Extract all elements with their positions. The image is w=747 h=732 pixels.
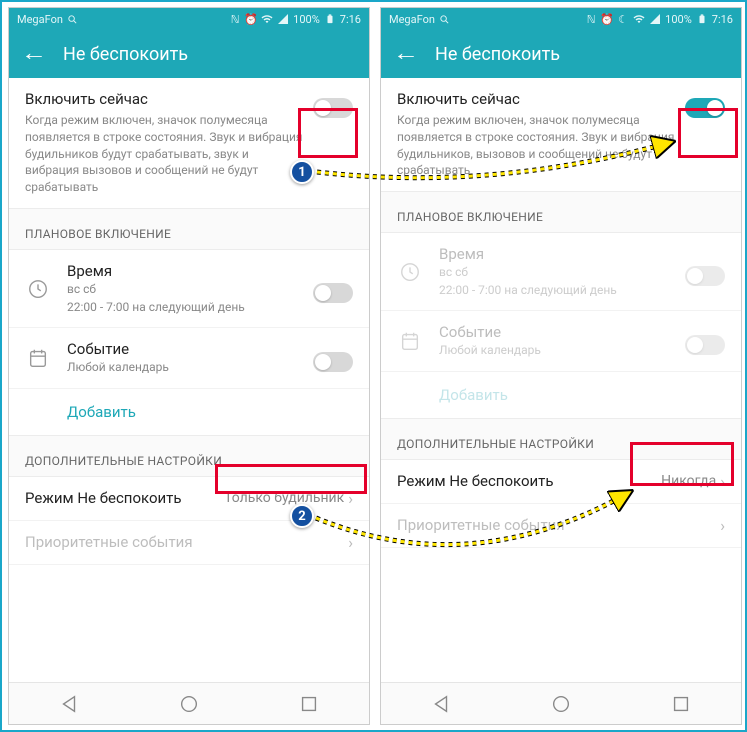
time-days: вс сб <box>67 282 313 298</box>
nfc-icon: ℕ <box>229 13 241 25</box>
enable-now-desc: Когда режим включен, значок полумесяца п… <box>25 112 303 196</box>
enable-now-row[interactable]: Включить сейчас Когда режим включен, зна… <box>9 78 369 209</box>
clock-icon <box>25 276 51 302</box>
alarm-icon: ⏰ <box>601 13 613 25</box>
android-navbar <box>9 682 369 724</box>
priority-events-row: Приоритетные события › <box>9 521 369 565</box>
signal-icon <box>649 13 661 25</box>
event-sub: Любой календарь <box>439 343 685 359</box>
nav-back-icon[interactable] <box>430 693 452 715</box>
add-link[interactable]: Добавить <box>9 389 369 436</box>
time-label: 7:16 <box>712 13 733 26</box>
time-toggle[interactable] <box>313 283 353 303</box>
enable-now-row[interactable]: Включить сейчас Когда режим включен, зна… <box>381 78 741 192</box>
settings-header: ← Не беспокоить <box>381 30 741 78</box>
dnd-mode-row[interactable]: Режим Не беспокоить Никогда › <box>381 460 741 504</box>
battery-icon <box>696 13 708 25</box>
page-title: Не беспокоить <box>63 44 188 65</box>
time-toggle <box>685 266 725 286</box>
nav-home-icon[interactable] <box>550 693 572 715</box>
advanced-heading: ДОПОЛНИТЕЛЬНЫЕ НАСТРОЙКИ <box>9 436 369 477</box>
nav-recent-icon[interactable] <box>670 693 692 715</box>
chevron-right-icon: › <box>348 533 353 552</box>
search-icon <box>67 13 79 25</box>
nfc-icon: ℕ <box>585 13 597 25</box>
phone-screenshot-right: MegaFon ℕ ⏰ ☾ 100% 7:16 <box>380 7 742 725</box>
chevron-right-icon: › <box>348 489 353 508</box>
annotation-badge-1: 1 <box>290 160 314 184</box>
android-navbar <box>381 682 741 724</box>
time-label: 7:16 <box>340 13 361 26</box>
annotation-badge-2: 2 <box>290 504 314 528</box>
time-range: 22:00 - 7:00 на следующий день <box>67 300 313 316</box>
scheduled-heading: ПЛАНОВОЕ ВКЛЮЧЕНИЕ <box>9 209 369 250</box>
time-days: вс сб <box>439 265 685 281</box>
time-label: Время <box>439 245 685 263</box>
phone-screenshot-left: MegaFon ℕ ⏰ 100% 7:16 <box>8 7 370 725</box>
priority-label: Приоритетные события <box>25 533 348 551</box>
priority-events-row: Приоритетные события › <box>381 504 741 548</box>
event-toggle <box>685 335 725 355</box>
nav-recent-icon[interactable] <box>298 693 320 715</box>
time-range: 22:00 - 7:00 на следующий день <box>439 283 685 299</box>
dnd-mode-value: Никогда <box>661 473 716 489</box>
enable-now-title: Включить сейчас <box>397 90 675 108</box>
event-sub: Любой календарь <box>67 360 313 376</box>
settings-header: ← Не беспокоить <box>9 30 369 78</box>
nav-back-icon[interactable] <box>58 693 80 715</box>
wifi-icon <box>633 13 645 25</box>
dnd-moon-icon: ☾ <box>617 13 629 25</box>
clock-icon <box>397 259 423 285</box>
carrier-label: MegaFon <box>17 13 63 26</box>
status-bar: MegaFon ℕ ⏰ ☾ 100% 7:16 <box>381 8 741 30</box>
battery-label: 100% <box>665 13 692 26</box>
event-label: Событие <box>67 340 313 358</box>
back-arrow-icon[interactable]: ← <box>21 43 47 65</box>
nav-home-icon[interactable] <box>178 693 200 715</box>
dnd-mode-value: Только будильник <box>224 490 344 506</box>
priority-label: Приоритетные события <box>397 516 720 534</box>
battery-icon <box>324 13 336 25</box>
dnd-mode-label: Режим Не беспокоить <box>397 472 661 490</box>
calendar-icon <box>25 345 51 371</box>
time-row[interactable]: Время вс сб 22:00 - 7:00 на следующий де… <box>9 250 369 328</box>
event-label: Событие <box>439 323 685 341</box>
enable-now-toggle[interactable] <box>313 98 353 118</box>
event-row[interactable]: Событие Любой календарь <box>9 328 369 389</box>
alarm-icon: ⏰ <box>245 13 257 25</box>
chevron-right-icon: › <box>720 472 725 491</box>
scheduled-heading: ПЛАНОВОЕ ВКЛЮЧЕНИЕ <box>381 192 741 233</box>
status-bar: MegaFon ℕ ⏰ 100% 7:16 <box>9 8 369 30</box>
dnd-mode-label: Режим Не беспокоить <box>25 489 224 507</box>
enable-now-desc: Когда режим включен, значок полумесяца п… <box>397 112 675 179</box>
add-link: Добавить <box>381 372 741 419</box>
carrier-label: MegaFon <box>389 13 435 26</box>
battery-label: 100% <box>293 13 320 26</box>
time-label: Время <box>67 262 313 280</box>
enable-now-toggle[interactable] <box>685 98 725 118</box>
chevron-right-icon: › <box>720 516 725 535</box>
calendar-icon <box>397 328 423 354</box>
event-row: Событие Любой календарь <box>381 311 741 372</box>
signal-icon <box>277 13 289 25</box>
back-arrow-icon[interactable]: ← <box>393 43 419 65</box>
page-title: Не беспокоить <box>435 44 560 65</box>
time-row: Время вс сб 22:00 - 7:00 на следующий де… <box>381 233 741 311</box>
search-icon <box>439 13 451 25</box>
event-toggle[interactable] <box>313 352 353 372</box>
advanced-heading: ДОПОЛНИТЕЛЬНЫЕ НАСТРОЙКИ <box>381 419 741 460</box>
wifi-icon <box>261 13 273 25</box>
enable-now-title: Включить сейчас <box>25 90 303 108</box>
dnd-mode-row[interactable]: Режим Не беспокоить Только будильник › <box>9 477 369 521</box>
